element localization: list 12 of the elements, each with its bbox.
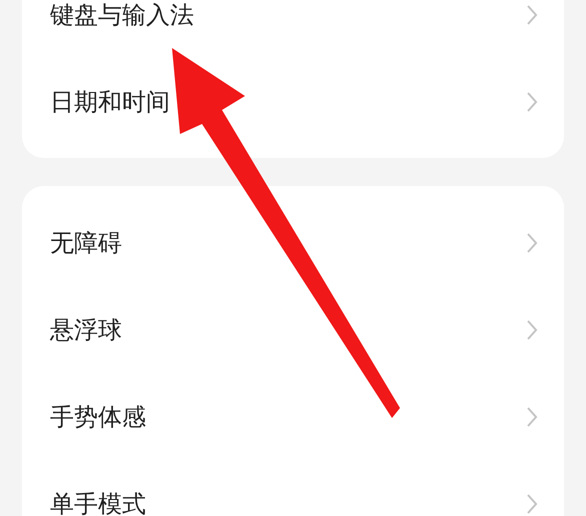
chevron-icon — [526, 90, 538, 112]
settings-row[interactable]: 手势体感 — [22, 373, 564, 460]
settings-row[interactable]: 无障碍 — [22, 199, 564, 286]
settings-row[interactable]: 悬浮球 — [22, 286, 564, 373]
settings-row[interactable]: 单手模式 — [22, 460, 564, 516]
chevron-icon — [526, 318, 538, 340]
settings-row[interactable]: 键盘与输入法 — [22, 0, 564, 58]
settings-row[interactable]: 日期和时间 — [22, 58, 564, 145]
chevron-icon — [526, 4, 538, 26]
chevron-icon — [526, 232, 538, 254]
chevron-icon — [526, 492, 538, 514]
chevron-icon — [526, 406, 538, 428]
